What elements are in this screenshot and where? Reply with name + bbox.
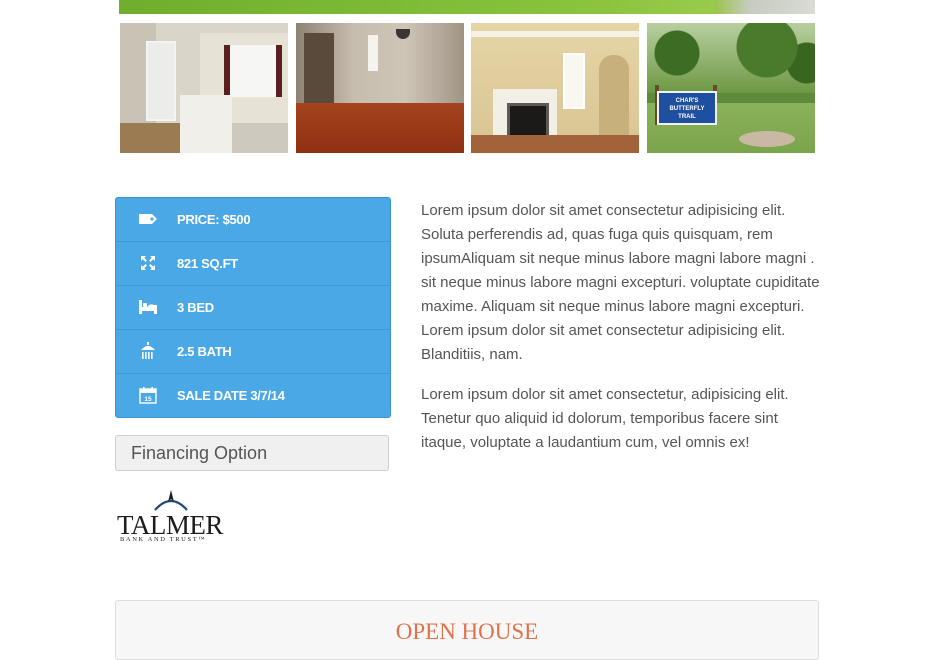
feature-sale-date-label: SALE DATE 3/7/14 — [177, 388, 285, 403]
feature-area: 821 SQ.FT — [116, 242, 390, 286]
logo-wordmark: TALMER — [117, 510, 223, 540]
svg-text:BUTTERFLY: BUTTERFLY — [669, 106, 704, 112]
property-features-panel: PRICE: $500 821 SQ.FT 3 BED 2.5 BATH 15 … — [115, 197, 391, 418]
property-description: Lorem ipsum dolor sit amet consectetur a… — [421, 199, 821, 471]
bed-icon — [138, 298, 158, 316]
svg-text:TRAIL: TRAIL — [678, 114, 696, 120]
description-paragraph: Lorem ipsum dolor sit amet consectetur a… — [421, 202, 820, 363]
open-house-title: OPEN HOUSE — [395, 619, 539, 644]
trail-sign: CHAR'S BUTTERFLY TRAIL — [657, 91, 717, 125]
calendar-icon: 15 — [138, 386, 158, 404]
svg-text:CHAR'S: CHAR'S — [676, 98, 699, 104]
feature-price-label: PRICE: $500 — [177, 212, 251, 227]
price-tag-icon — [138, 210, 158, 228]
hero-driveway — [715, 0, 815, 14]
feature-area-label: 821 SQ.FT — [177, 256, 238, 271]
butterfly-trail-photo[interactable]: CHAR'S BUTTERFLY TRAIL — [647, 23, 815, 153]
description-paragraph: Lorem ipsum dolor sit amet consectetur, … — [421, 386, 789, 451]
compass-star-icon — [154, 490, 188, 511]
living-room-photo[interactable] — [296, 23, 464, 153]
feature-price: PRICE: $500 — [116, 198, 390, 242]
talmer-bank-logo[interactable]: TALMER BANK AND TRUST™ — [117, 490, 229, 546]
open-house-section: OPEN HOUSE — [115, 600, 819, 660]
feature-bath: 2.5 BATH — [116, 330, 390, 374]
svg-text:15: 15 — [144, 396, 152, 403]
feature-bath-label: 2.5 BATH — [177, 344, 232, 359]
hero-photo — [119, 0, 815, 14]
shower-icon — [138, 342, 158, 360]
logo-tagline: BANK AND TRUST™ — [120, 536, 207, 543]
feature-bed: 3 BED — [116, 286, 390, 330]
fireplace-room-photo[interactable] — [471, 23, 639, 153]
feature-bed-label: 3 BED — [177, 300, 214, 315]
entry-room-photo[interactable] — [120, 23, 288, 153]
financing-option-button[interactable]: Financing Option — [115, 435, 389, 471]
feature-sale-date: 15 SALE DATE 3/7/14 — [116, 374, 390, 417]
expand-arrows-icon — [138, 254, 158, 272]
